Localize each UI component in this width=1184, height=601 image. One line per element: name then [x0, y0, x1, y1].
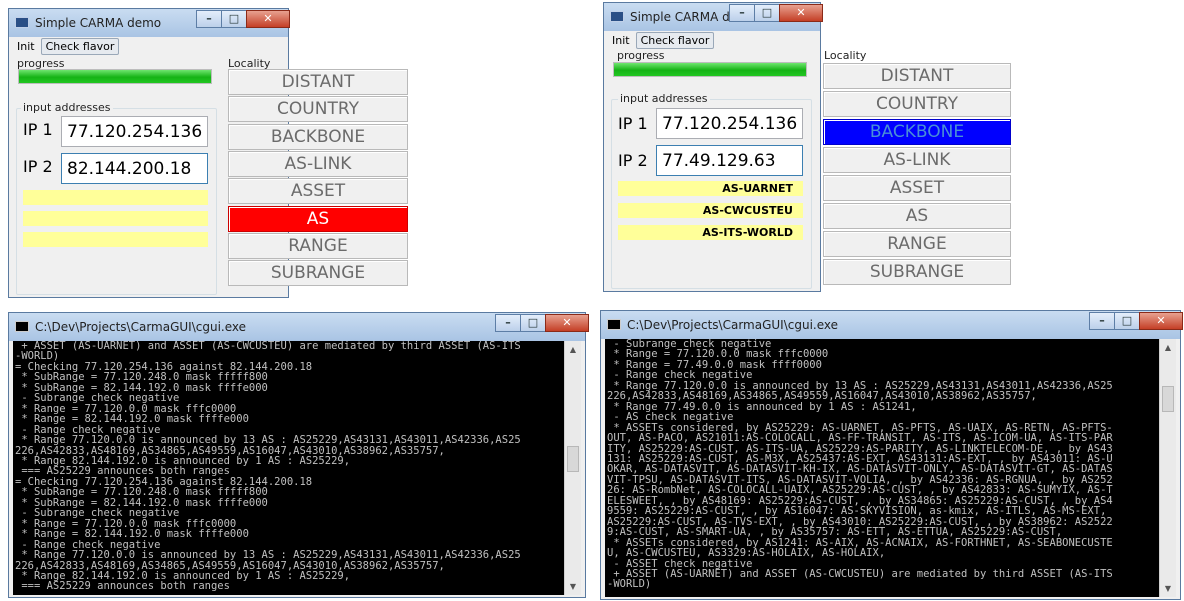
minimize-button[interactable]: – — [196, 10, 222, 28]
window-controls: – □ ✕ — [729, 4, 823, 22]
close-button[interactable]: ✕ — [779, 4, 823, 22]
scroll-down-icon[interactable]: ▼ — [565, 578, 581, 595]
ip1-label: IP 1 — [618, 114, 648, 133]
scroll-up-icon[interactable]: ▲ — [1160, 339, 1176, 356]
app-icon — [15, 17, 29, 28]
locality-label: Locality — [824, 49, 867, 62]
titlebar[interactable]: Simple CARMA demo – □ ✕ — [9, 9, 290, 37]
vertical-scrollbar[interactable]: ▲ ▼ — [1159, 339, 1176, 597]
progress-label: progress — [617, 49, 665, 62]
locality-button-asset[interactable]: ASSET — [823, 175, 1011, 201]
console-output[interactable]: - Subrange check negative * Range = 77.1… — [605, 339, 1159, 597]
scroll-thumb[interactable] — [1162, 386, 1174, 412]
locality-button-range[interactable]: RANGE — [823, 231, 1011, 257]
window-title: C:\Dev\Projects\CarmaGUI\cgui.exe — [627, 318, 839, 332]
window-title: Simple CARMA demo — [35, 16, 162, 30]
ip1-input[interactable] — [656, 108, 803, 139]
locality-button-country[interactable]: COUNTRY — [228, 96, 408, 123]
maximize-button[interactable]: □ — [754, 4, 780, 22]
progress-fill — [19, 70, 211, 83]
locality-button-backbone[interactable]: BACKBONE — [228, 123, 408, 150]
ip1-input[interactable] — [61, 116, 208, 147]
menu-check-flavor[interactable]: Check flavor — [40, 38, 120, 55]
locality-button-subrange[interactable]: SUBRANGE — [228, 260, 408, 287]
window-title: C:\Dev\Projects\CarmaGUI\cgui.exe — [35, 320, 247, 334]
result-field — [23, 190, 208, 205]
ip2-label: IP 2 — [23, 157, 53, 176]
result-field: AS-UARNET — [618, 181, 803, 196]
console-text: + ASSET (AS-UARNET) and ASSET (AS-CWCUST… — [15, 341, 521, 593]
window-controls: – □ ✕ — [495, 314, 589, 332]
client-area: progress Locality input addresses IP 1 I… — [608, 49, 1011, 289]
ip2-input[interactable] — [61, 153, 208, 184]
locality-button-subrange[interactable]: SUBRANGE — [823, 259, 1011, 285]
progress-fill — [614, 63, 806, 76]
locality-button-distant[interactable]: DISTANT — [228, 69, 408, 95]
progress-bar — [613, 62, 807, 77]
console-icon — [15, 321, 29, 332]
input-addresses-label: input addresses — [618, 92, 710, 105]
minimize-button[interactable]: – — [495, 314, 521, 332]
console-window-right: C:\Dev\Projects\CarmaGUI\cgui.exe – □ ✕ … — [600, 310, 1183, 600]
titlebar[interactable]: C:\Dev\Projects\CarmaGUI\cgui.exe – □ ✕ — [601, 311, 1183, 339]
minimize-button[interactable]: – — [729, 4, 755, 22]
ip1-label: IP 1 — [23, 120, 53, 139]
maximize-button[interactable]: □ — [520, 314, 546, 332]
close-button[interactable]: ✕ — [246, 10, 290, 28]
console-icon — [607, 319, 621, 330]
result-field — [23, 232, 208, 247]
console-text: - Subrange check negative * Range = 77.1… — [607, 339, 1113, 591]
console-window-left: C:\Dev\Projects\CarmaGUI\cgui.exe – □ ✕ … — [8, 312, 589, 598]
input-addresses-label: input addresses — [21, 101, 113, 114]
titlebar[interactable]: Simple CARMA demo – □ ✕ — [604, 3, 823, 31]
progress-bar — [18, 69, 212, 84]
scroll-thumb[interactable] — [567, 446, 579, 472]
gui-window-left: Simple CARMA demo – □ ✕ Init Check flavo… — [8, 8, 408, 298]
menubar: Init Check flavor — [608, 31, 816, 50]
locality-button-range[interactable]: RANGE — [228, 232, 408, 259]
maximize-button[interactable]: □ — [1114, 312, 1140, 330]
app-icon — [610, 11, 624, 22]
client-area: progress Locality input addresses IP 1 I… — [13, 56, 408, 295]
window-controls: – □ ✕ — [1089, 312, 1183, 330]
maximize-button[interactable]: □ — [221, 10, 247, 28]
window-controls: – □ ✕ — [196, 10, 290, 28]
console-output[interactable]: + ASSET (AS-UARNET) and ASSET (AS-CWCUST… — [13, 341, 564, 595]
titlebar[interactable]: C:\Dev\Projects\CarmaGUI\cgui.exe – □ ✕ — [9, 313, 589, 341]
gui-window-right: Simple CARMA demo – □ ✕ Init Check flavo… — [603, 2, 1011, 292]
close-button[interactable]: ✕ — [545, 314, 589, 332]
ip2-label: IP 2 — [618, 151, 648, 170]
close-button[interactable]: ✕ — [1139, 312, 1183, 330]
ip2-input[interactable] — [656, 145, 803, 176]
locality-button-as-link[interactable]: AS-LINK — [228, 150, 408, 177]
locality-button-backbone[interactable]: BACKBONE — [823, 119, 1011, 145]
result-field: AS-CWCUSTEU — [618, 203, 803, 218]
menu-init[interactable]: Init — [608, 33, 634, 48]
result-field — [23, 211, 208, 226]
vertical-scrollbar[interactable]: ▲ ▼ — [564, 341, 581, 595]
menubar: Init Check flavor — [13, 37, 284, 56]
minimize-button[interactable]: – — [1089, 312, 1115, 330]
locality-button-as[interactable]: AS — [228, 205, 408, 232]
scroll-down-icon[interactable]: ▼ — [1160, 580, 1176, 597]
menu-init[interactable]: Init — [13, 39, 39, 54]
locality-button-country[interactable]: COUNTRY — [823, 91, 1011, 117]
menu-check-flavor[interactable]: Check flavor — [635, 32, 715, 49]
result-field: AS-ITS-WORLD — [618, 225, 803, 240]
locality-button-asset[interactable]: ASSET — [228, 178, 408, 205]
locality-button-as[interactable]: AS — [823, 203, 1011, 229]
locality-button-as-link[interactable]: AS-LINK — [823, 147, 1011, 173]
scroll-up-icon[interactable]: ▲ — [565, 341, 581, 358]
locality-button-distant[interactable]: DISTANT — [823, 63, 1011, 89]
